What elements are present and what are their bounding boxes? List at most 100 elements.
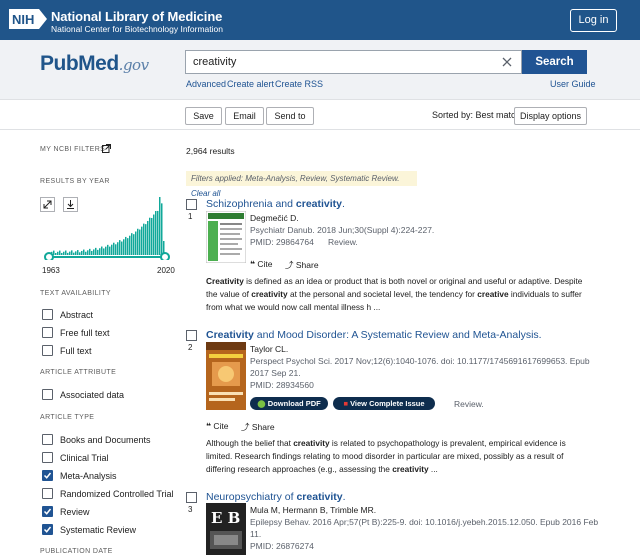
result-2-share-button[interactable]: ⤴ Share xyxy=(241,421,275,433)
histogram-bar[interactable] xyxy=(55,253,57,255)
histogram-bar[interactable] xyxy=(153,214,155,255)
books-documents-label[interactable]: Books and Documents xyxy=(60,435,151,445)
histogram-bar[interactable] xyxy=(87,250,89,255)
books-documents-checkbox[interactable] xyxy=(42,434,53,445)
histogram-bar[interactable] xyxy=(159,197,161,255)
result-3-thumbnail[interactable]: E B xyxy=(206,503,246,555)
result-2-cite-button[interactable]: ❝ Cite xyxy=(206,421,229,432)
histogram-bar[interactable] xyxy=(145,224,147,255)
histogram-bar[interactable] xyxy=(157,210,159,255)
associated-data-label[interactable]: Associated data xyxy=(60,390,124,400)
result-1-cite-button[interactable]: ❝ Cite xyxy=(250,259,273,270)
download-pdf-button[interactable]: ⬤ Download PDF xyxy=(250,397,328,410)
histogram-bar[interactable] xyxy=(127,238,129,255)
histogram-bar[interactable] xyxy=(71,250,73,255)
histogram-bar[interactable] xyxy=(121,241,123,255)
save-button[interactable]: Save xyxy=(185,107,222,125)
histogram-bar[interactable] xyxy=(119,240,121,255)
results-by-year-histogram[interactable] xyxy=(40,196,170,260)
histogram-bar[interactable] xyxy=(161,203,163,255)
histogram-bar[interactable] xyxy=(65,250,67,255)
result-3-title[interactable]: Neuropsychiatry of creativity. xyxy=(206,491,346,503)
histogram-bar[interactable] xyxy=(109,246,111,255)
associated-data-checkbox[interactable] xyxy=(42,389,53,400)
histogram-bar[interactable] xyxy=(129,235,131,255)
free-full-text-checkbox[interactable] xyxy=(42,327,53,338)
histogram-bar[interactable] xyxy=(149,217,151,255)
free-full-text-label[interactable]: Free full text xyxy=(60,328,110,338)
title-highlight[interactable]: creativity xyxy=(296,491,342,503)
systematic-review-label[interactable]: Systematic Review xyxy=(60,525,136,535)
histogram-bar[interactable] xyxy=(83,249,85,255)
search-query[interactable]: creativity xyxy=(193,56,236,68)
full-text-checkbox[interactable] xyxy=(42,345,53,356)
title-part[interactable]: Schizophrenia and xyxy=(206,198,296,210)
review-label[interactable]: Review xyxy=(60,507,90,517)
meta-analysis-checkbox[interactable] xyxy=(42,470,53,481)
result-1-title[interactable]: Schizophrenia and creativity. xyxy=(206,198,345,210)
abstract-checkbox[interactable] xyxy=(42,309,53,320)
histogram-bar[interactable] xyxy=(101,246,103,255)
histogram-bar[interactable] xyxy=(141,226,143,255)
histogram-bar[interactable] xyxy=(95,247,97,255)
meta-analysis-label[interactable]: Meta-Analysis xyxy=(60,471,117,481)
review-checkbox[interactable] xyxy=(42,506,53,517)
sort-label[interactable]: Sorted by: Best match xyxy=(432,110,521,120)
search-button[interactable]: Search xyxy=(522,50,587,74)
histogram-bar[interactable] xyxy=(147,220,149,255)
histogram-bar[interactable] xyxy=(99,248,101,255)
title-part[interactable]: Neuropsychiatry of xyxy=(206,491,296,503)
advanced-link[interactable]: Advanced xyxy=(186,79,226,89)
title-highlight[interactable]: creativity xyxy=(296,198,342,210)
clinical-trial-checkbox[interactable] xyxy=(42,452,53,463)
result-2-thumbnail[interactable] xyxy=(206,342,246,410)
histogram-bar[interactable] xyxy=(139,229,141,255)
result-1-thumbnail[interactable] xyxy=(206,211,246,263)
histogram-bar[interactable] xyxy=(69,251,71,255)
histogram-bar[interactable] xyxy=(61,252,63,255)
result-1-checkbox[interactable] xyxy=(186,199,197,210)
login-button[interactable]: Log in xyxy=(570,9,617,32)
title-part[interactable]: . xyxy=(342,198,345,210)
result-2-title[interactable]: Creativity and Mood Disorder: A Systemat… xyxy=(206,329,542,341)
clear-icon[interactable] xyxy=(499,54,515,70)
histogram-bar[interactable] xyxy=(105,246,107,255)
pubmed-logo[interactable]: PubMed.gov xyxy=(40,52,149,76)
clinical-trial-label[interactable]: Clinical Trial xyxy=(60,453,109,463)
histogram-bar[interactable] xyxy=(67,252,69,255)
user-guide-link[interactable]: User Guide xyxy=(550,79,596,89)
send-to-button[interactable]: Send to xyxy=(266,107,314,125)
histogram-bar[interactable] xyxy=(125,236,127,255)
histogram-bar[interactable] xyxy=(133,234,135,255)
histogram-bar[interactable] xyxy=(75,251,77,255)
histogram-bar[interactable] xyxy=(111,244,113,255)
external-link-icon[interactable] xyxy=(102,144,111,153)
histogram-bar[interactable] xyxy=(93,249,95,255)
histogram-bar[interactable] xyxy=(135,231,137,255)
email-button[interactable]: Email xyxy=(225,107,264,125)
title-part[interactable]: . xyxy=(343,491,346,503)
org-name[interactable]: National Library of Medicine xyxy=(51,9,222,24)
histogram-bar[interactable] xyxy=(115,244,117,255)
display-options-button[interactable]: Display options xyxy=(514,107,587,125)
histogram-bar[interactable] xyxy=(143,223,145,255)
histogram-bar[interactable] xyxy=(81,250,83,255)
histogram-bar[interactable] xyxy=(151,217,153,255)
org-subtitle[interactable]: National Center for Biotechnology Inform… xyxy=(51,24,223,34)
full-text-label[interactable]: Full text xyxy=(60,346,92,356)
view-complete-issue-button[interactable]: ■ View Complete Issue xyxy=(333,397,435,410)
nih-logo-icon[interactable]: NIH xyxy=(9,9,47,29)
rct-label[interactable]: Randomized Controlled Trial xyxy=(60,489,174,499)
histogram-bar[interactable] xyxy=(103,248,105,255)
systematic-review-checkbox[interactable] xyxy=(42,524,53,535)
histogram-bar[interactable] xyxy=(73,252,75,255)
histogram-bar[interactable] xyxy=(85,251,87,255)
histogram-bar[interactable] xyxy=(131,233,133,255)
histogram-bar[interactable] xyxy=(97,249,99,255)
histogram-bar[interactable] xyxy=(117,242,119,255)
abstract-label[interactable]: Abstract xyxy=(60,310,93,320)
my-ncbi-filters-heading[interactable]: MY NCBI FILTERS xyxy=(40,146,105,153)
clear-all-filters-link[interactable]: Clear all xyxy=(191,189,220,198)
result-2-checkbox[interactable] xyxy=(186,330,197,341)
histogram-bar[interactable] xyxy=(79,252,81,255)
